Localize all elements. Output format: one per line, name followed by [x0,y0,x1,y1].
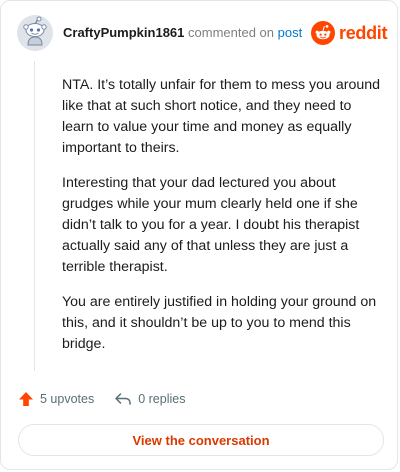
comment-header: CraftyPumpkin1861 commented on post [63,25,302,41]
reddit-logo-icon [311,21,335,45]
replies-action[interactable]: 0 replies [114,391,185,407]
comment-actions: 5 upvotes 0 replies [18,389,185,409]
reddit-logo[interactable]: reddit [311,20,388,46]
post-link[interactable]: post [278,25,303,40]
thread-line [34,61,35,371]
arrow-up-icon [19,392,33,406]
comment-card: CraftyPumpkin1861 commented on post redd… [0,0,398,470]
snoo-avatar-icon [17,15,53,51]
comment-paragraph-2: Interesting that your dad lectured you a… [62,175,360,275]
reply-arrow-icon [115,393,131,405]
username[interactable]: CraftyPumpkin1861 [63,25,184,40]
reddit-wordmark: reddit [339,22,388,43]
commented-on-text: commented on [188,25,275,40]
comment-paragraph-3: You are entirely justified in holding yo… [62,294,377,352]
reply-count: 0 replies [138,392,186,406]
avatar[interactable] [17,15,53,51]
comment-body: NTA. It’s totally unfair for them to mes… [62,75,382,369]
comment-paragraph-1: NTA. It’s totally unfair for them to mes… [62,77,381,156]
upvote-count: 5 upvotes [40,392,95,406]
view-conversation-button[interactable]: View the conversation [18,424,384,456]
upvote-action[interactable]: 5 upvotes [18,391,94,407]
